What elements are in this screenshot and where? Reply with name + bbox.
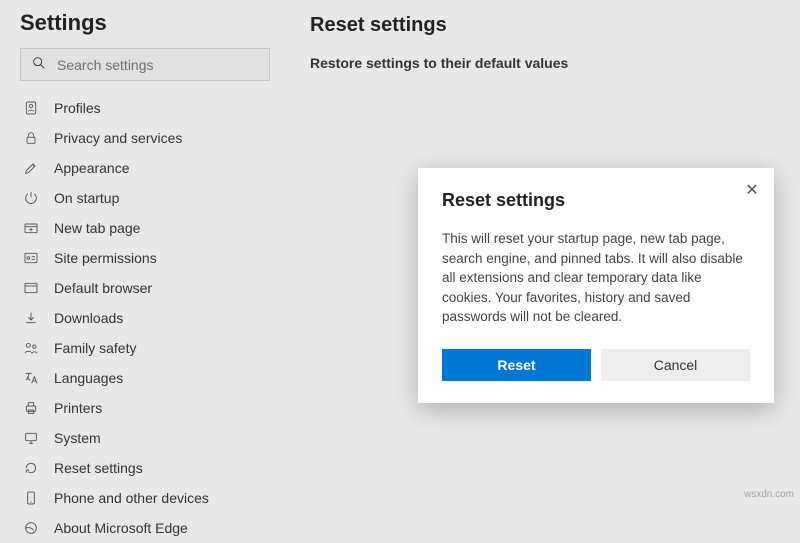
- sidebar-item-label: On startup: [54, 190, 119, 206]
- sidebar-item-label: Family safety: [54, 340, 136, 356]
- brush-icon: [22, 159, 40, 177]
- cancel-button[interactable]: Cancel: [601, 349, 750, 381]
- sidebar-item-label: Profiles: [54, 100, 101, 116]
- browser-icon: [22, 279, 40, 297]
- sidebar-item-profiles[interactable]: Profiles: [20, 93, 270, 123]
- dialog-actions: Reset Cancel: [442, 349, 750, 381]
- section-title: Reset settings: [310, 14, 780, 37]
- phone-icon: [22, 489, 40, 507]
- sidebar-item-label: Phone and other devices: [54, 490, 209, 506]
- power-icon: [22, 189, 40, 207]
- sidebar-item-label: Printers: [54, 400, 102, 416]
- system-icon: [22, 429, 40, 447]
- sidebar-item-default-browser[interactable]: Default browser: [20, 273, 270, 303]
- sidebar-item-appearance[interactable]: Appearance: [20, 153, 270, 183]
- sidebar-item-label: Languages: [54, 370, 123, 386]
- reset-button[interactable]: Reset: [442, 349, 591, 381]
- settings-sidebar: Settings Profiles Privacy and services A…: [0, 0, 290, 502]
- sidebar-item-label: New tab page: [54, 220, 140, 236]
- search-icon: [31, 55, 47, 74]
- download-icon: [22, 309, 40, 327]
- tab-icon: [22, 219, 40, 237]
- sidebar-item-startup[interactable]: On startup: [20, 183, 270, 213]
- watermark: wsxdn.com: [744, 489, 794, 500]
- sidebar-item-printers[interactable]: Printers: [20, 393, 270, 423]
- search-box[interactable]: [20, 48, 270, 81]
- sidebar-item-languages[interactable]: Languages: [20, 363, 270, 393]
- sidebar-item-label: System: [54, 430, 101, 446]
- sidebar-item-about[interactable]: About Microsoft Edge: [20, 513, 270, 543]
- reset-icon: [22, 459, 40, 477]
- sidebar-item-privacy[interactable]: Privacy and services: [20, 123, 270, 153]
- edge-icon: [22, 519, 40, 537]
- close-button[interactable]: ✕: [742, 180, 762, 200]
- sidebar-item-label: Downloads: [54, 310, 123, 326]
- close-icon: ✕: [745, 180, 758, 200]
- profile-icon: [22, 99, 40, 117]
- section-subtitle[interactable]: Restore settings to their default values: [310, 55, 780, 71]
- sidebar-item-phone[interactable]: Phone and other devices: [20, 483, 270, 513]
- sidebar-item-reset[interactable]: Reset settings: [20, 453, 270, 483]
- sidebar-item-label: Appearance: [54, 160, 130, 176]
- family-icon: [22, 339, 40, 357]
- sidebar-item-label: About Microsoft Edge: [54, 520, 188, 536]
- reset-dialog: ✕ Reset settings This will reset your st…: [418, 168, 774, 403]
- lock-icon: [22, 129, 40, 147]
- dialog-body: This will reset your startup page, new t…: [442, 229, 750, 327]
- language-icon: [22, 369, 40, 387]
- sidebar-item-label: Privacy and services: [54, 130, 182, 146]
- settings-nav: Profiles Privacy and services Appearance…: [20, 93, 270, 543]
- sidebar-item-downloads[interactable]: Downloads: [20, 303, 270, 333]
- sidebar-item-family[interactable]: Family safety: [20, 333, 270, 363]
- sidebar-item-label: Reset settings: [54, 460, 143, 476]
- permissions-icon: [22, 249, 40, 267]
- dialog-title: Reset settings: [442, 190, 750, 211]
- printer-icon: [22, 399, 40, 417]
- search-input[interactable]: [57, 57, 259, 73]
- sidebar-item-site-permissions[interactable]: Site permissions: [20, 243, 270, 273]
- sidebar-item-label: Default browser: [54, 280, 152, 296]
- page-title: Settings: [20, 10, 270, 36]
- sidebar-item-label: Site permissions: [54, 250, 157, 266]
- sidebar-item-system[interactable]: System: [20, 423, 270, 453]
- sidebar-item-newtab[interactable]: New tab page: [20, 213, 270, 243]
